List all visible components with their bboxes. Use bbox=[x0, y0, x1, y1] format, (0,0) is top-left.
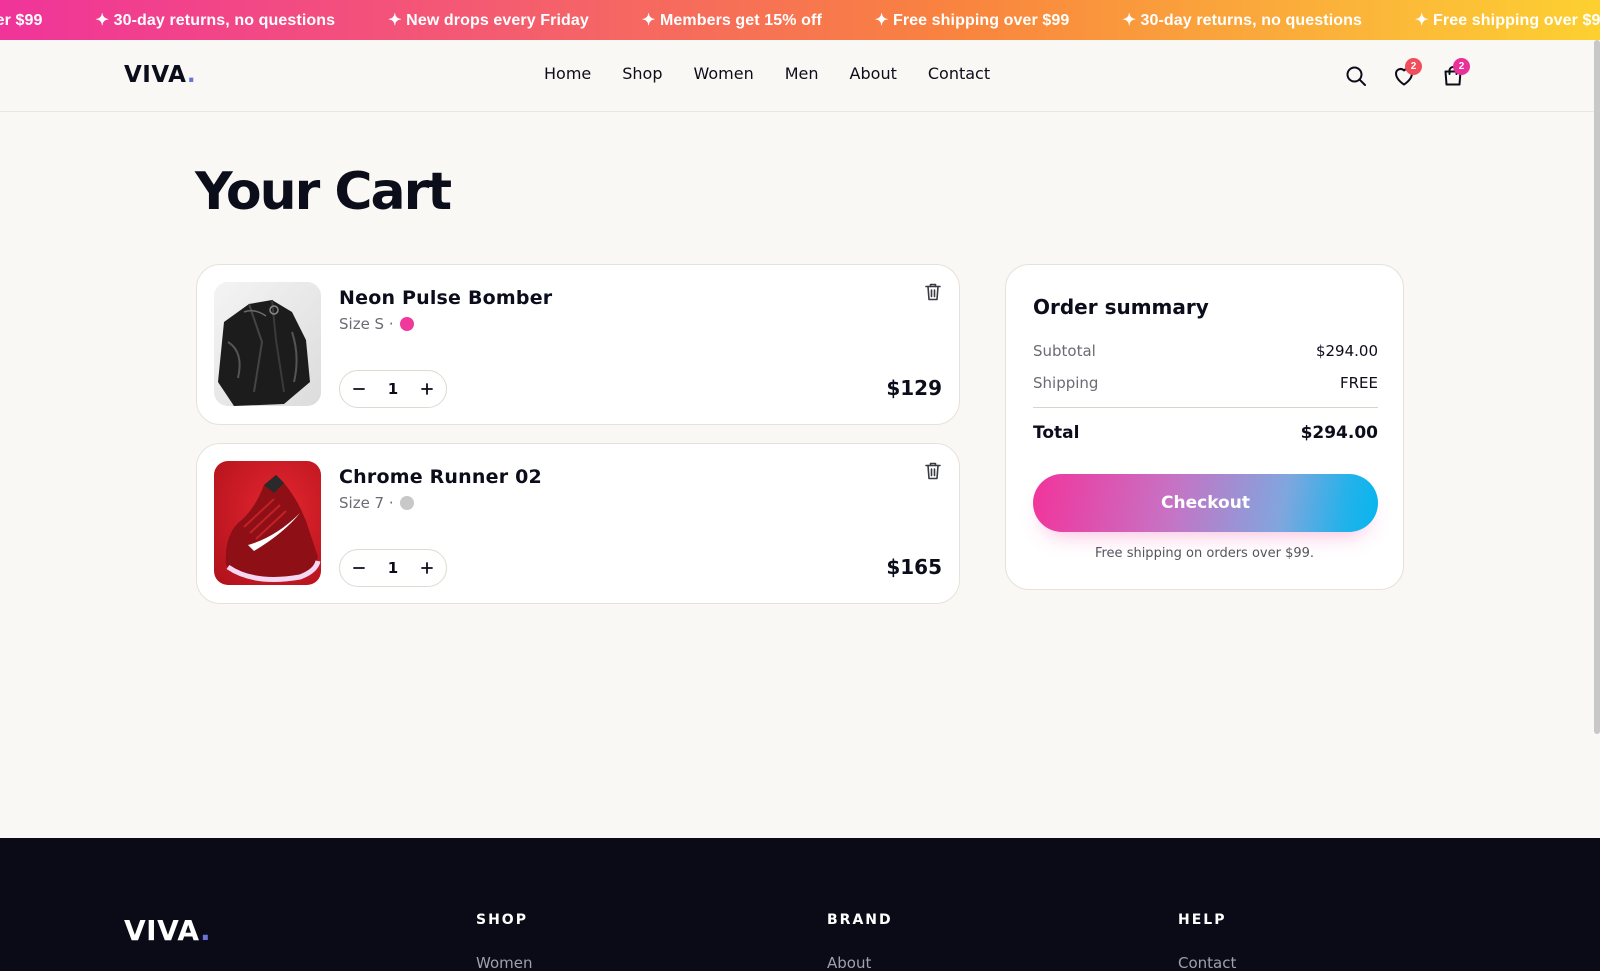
shipping-row: Shipping FREE bbox=[1033, 374, 1378, 392]
summary-title: Order summary bbox=[1033, 295, 1209, 319]
wishlist-count-badge: 2 bbox=[1405, 58, 1422, 75]
order-summary: Order summary Subtotal $294.00 Shipping … bbox=[1005, 264, 1404, 590]
nav-women[interactable]: Women bbox=[694, 64, 754, 83]
nav-home[interactable]: Home bbox=[544, 64, 591, 83]
nav-men[interactable]: Men bbox=[785, 64, 819, 83]
product-variant: Size S · bbox=[339, 315, 414, 333]
total-value: $294.00 bbox=[1300, 423, 1378, 443]
cart-item: Neon Pulse Bomber Size S · 1 $129 bbox=[196, 264, 960, 425]
main-nav: Home Shop Women Men About Contact bbox=[544, 64, 1021, 83]
shipping-note: Free shipping on orders over $99. bbox=[1094, 546, 1315, 561]
footer-link-about[interactable]: About bbox=[827, 954, 871, 971]
summary-divider bbox=[1033, 407, 1378, 408]
trash-icon[interactable] bbox=[924, 461, 942, 481]
promo-item: ✦ Free shipping over $99 bbox=[1415, 12, 1600, 29]
footer-link-contact[interactable]: Contact bbox=[1178, 954, 1236, 971]
promo-item: ✦ Free shipping over $99 bbox=[0, 12, 43, 29]
color-swatch bbox=[399, 496, 414, 510]
logo-text: VIVA bbox=[124, 62, 187, 88]
search-icon[interactable] bbox=[1344, 64, 1368, 88]
nav-contact[interactable]: Contact bbox=[928, 64, 990, 83]
promo-item: ✦ 30-day returns, no questions bbox=[95, 12, 336, 29]
logo-dot: . bbox=[186, 62, 197, 88]
quantity-stepper: 1 bbox=[339, 370, 447, 408]
product-variant: Size 7 · bbox=[339, 494, 414, 512]
shipping-label: Shipping bbox=[1033, 374, 1099, 392]
product-image-sneaker[interactable] bbox=[214, 461, 321, 585]
page-title: Your Cart bbox=[195, 162, 452, 222]
promo-item: ✦ Members get 15% off bbox=[641, 12, 822, 29]
plus-icon[interactable] bbox=[418, 559, 436, 577]
footer-link-women[interactable]: Women bbox=[476, 954, 532, 971]
promo-item: ✦ New drops every Friday bbox=[388, 12, 589, 29]
footer-logo[interactable]: VIVA. bbox=[124, 914, 211, 947]
subtotal-value: $294.00 bbox=[1315, 342, 1378, 360]
subtotal-row: Subtotal $294.00 bbox=[1033, 342, 1378, 360]
minus-icon[interactable] bbox=[350, 559, 368, 577]
product-price: $129 bbox=[886, 376, 942, 400]
footer-col-title-shop: SHOP bbox=[476, 912, 528, 928]
product-image-jacket[interactable] bbox=[214, 282, 321, 406]
subtotal-label: Subtotal bbox=[1033, 342, 1096, 360]
color-swatch bbox=[399, 317, 414, 331]
cart-count-badge: 2 bbox=[1453, 58, 1470, 75]
product-price: $165 bbox=[886, 555, 942, 579]
site-footer: VIVA. SHOP Women BRAND About HELP Contac… bbox=[0, 838, 1600, 971]
footer-logo-dot: . bbox=[200, 914, 212, 947]
trash-icon[interactable] bbox=[924, 282, 942, 302]
promo-item: ✦ Free shipping over $99 bbox=[874, 12, 1070, 29]
quantity-value[interactable]: 1 bbox=[388, 559, 398, 577]
scrollbar-thumb[interactable] bbox=[1594, 40, 1600, 734]
quantity-stepper: 1 bbox=[339, 549, 447, 587]
site-header: VIVA. Home Shop Women Men About Contact … bbox=[0, 40, 1600, 112]
promo-banner: ✦ Free shipping over $99 ✦ 30-day return… bbox=[0, 0, 1600, 40]
footer-logo-text: VIVA bbox=[124, 914, 201, 947]
product-size: Size 7 · bbox=[339, 494, 394, 512]
minus-icon[interactable] bbox=[350, 380, 368, 398]
checkout-button[interactable]: Checkout bbox=[1033, 474, 1378, 532]
quantity-value[interactable]: 1 bbox=[388, 380, 398, 398]
shipping-value: FREE bbox=[1339, 374, 1378, 392]
product-name[interactable]: Chrome Runner 02 bbox=[339, 466, 542, 488]
cart-item: Chrome Runner 02 Size 7 · 1 $165 bbox=[196, 443, 960, 604]
promo-item: ✦ 30-day returns, no questions bbox=[1122, 12, 1362, 29]
product-name[interactable]: Neon Pulse Bomber bbox=[339, 287, 552, 309]
nav-shop[interactable]: Shop bbox=[622, 64, 662, 83]
total-row: Total $294.00 bbox=[1033, 423, 1378, 443]
total-label: Total bbox=[1033, 423, 1080, 443]
promo-marquee: ✦ Free shipping over $99 ✦ 30-day return… bbox=[0, 0, 1600, 40]
plus-icon[interactable] bbox=[418, 380, 436, 398]
nav-about[interactable]: About bbox=[850, 64, 897, 83]
footer-col-title-brand: BRAND bbox=[827, 912, 893, 928]
product-size: Size S · bbox=[339, 315, 394, 333]
footer-col-title-help: HELP bbox=[1178, 912, 1227, 928]
site-logo[interactable]: VIVA. bbox=[124, 62, 196, 88]
